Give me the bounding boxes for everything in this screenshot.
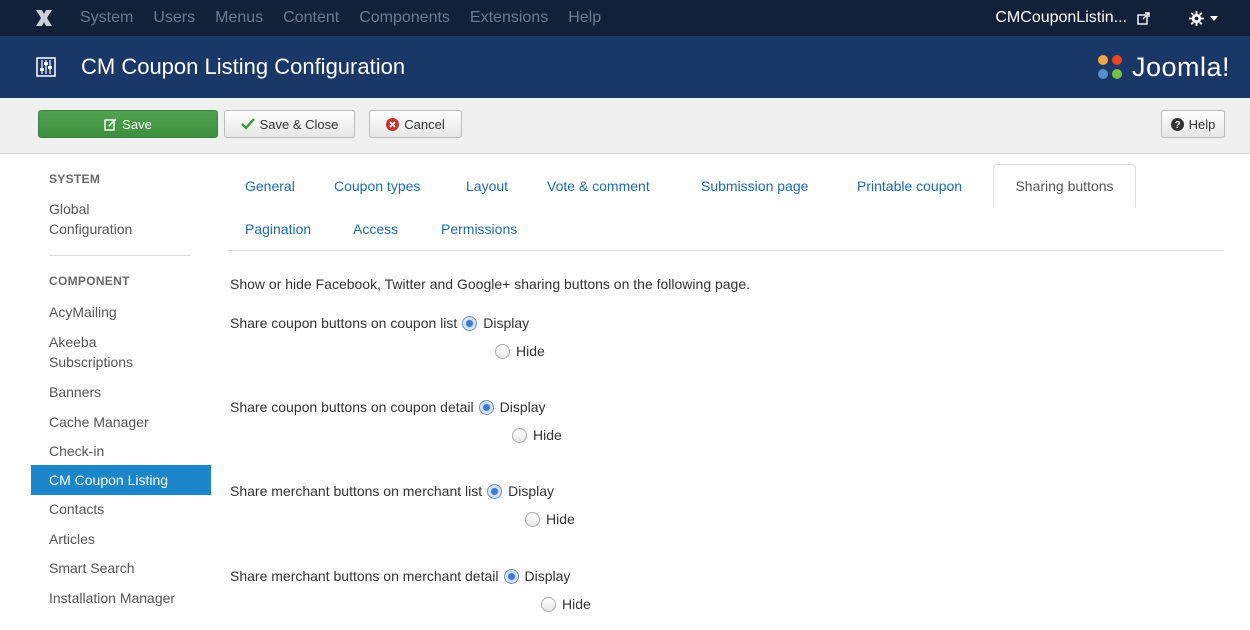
menu-system[interactable]: System xyxy=(80,9,133,27)
help-button[interactable]: ? Help xyxy=(1161,110,1225,138)
radio-display[interactable] xyxy=(487,483,503,499)
radio-hide[interactable] xyxy=(541,596,556,612)
joomla-x-icon[interactable] xyxy=(33,7,55,29)
option-label: Display xyxy=(524,568,571,584)
radio-hide[interactable] xyxy=(512,427,527,443)
sidebar-item-cm-coupon-listing[interactable]: CM Coupon Listing xyxy=(31,465,211,495)
cancel-button[interactable]: Cancel xyxy=(369,110,462,138)
tab-divider xyxy=(228,250,1224,251)
tab-printable-coupon[interactable]: Printable coupon xyxy=(857,178,962,194)
toolbar: Save Save & Close Cancel ? Help xyxy=(0,98,1250,154)
form-row-merchant-detail: Share merchant buttons on merchant detai… xyxy=(230,568,570,584)
user-settings-menu[interactable] xyxy=(1189,0,1218,36)
gear-icon xyxy=(1189,10,1204,26)
sidebar-item-global-configuration[interactable]: Global Configuration xyxy=(31,199,211,239)
admin-menu-bar: System Users Menus Content Components Ex… xyxy=(0,0,1250,36)
option-label: Display xyxy=(499,399,546,415)
menu-menus[interactable]: Menus xyxy=(215,9,263,27)
radio-hide[interactable] xyxy=(525,511,540,527)
joomla-logo-icon xyxy=(1097,55,1122,79)
tab-access[interactable]: Access xyxy=(353,221,398,237)
sidebar-item-banners[interactable]: Banners xyxy=(31,382,211,402)
menu-extensions[interactable]: Extensions xyxy=(470,9,548,27)
option-label: Hide xyxy=(516,343,545,359)
page-header: CM Coupon Listing Configuration Joomla! xyxy=(0,36,1250,98)
site-name: CMCouponListin... xyxy=(995,9,1127,26)
menu-help[interactable]: Help xyxy=(568,9,601,27)
option-hide-coupon-detail: Hide xyxy=(512,427,562,443)
sidebar-heading-component: COMPONENT xyxy=(49,274,130,288)
field-label: Share coupon buttons on coupon detail xyxy=(230,399,474,415)
sharing-description: Show or hide Facebook, Twitter and Googl… xyxy=(230,276,751,292)
radio-display[interactable] xyxy=(462,315,478,331)
tab-sharing-buttons[interactable]: Sharing buttons xyxy=(993,164,1136,208)
help-label: Help xyxy=(1188,116,1216,132)
field-label: Share merchant buttons on merchant detai… xyxy=(230,568,499,584)
tab-submission-page[interactable]: Submission page xyxy=(701,178,808,194)
save-label: Save xyxy=(122,116,152,132)
external-link-icon xyxy=(1137,11,1150,25)
menu-users[interactable]: Users xyxy=(153,9,195,27)
joomla-logo: Joomla! xyxy=(1094,50,1230,84)
radio-display[interactable] xyxy=(478,399,494,415)
form-row-merchant-list: Share merchant buttons on merchant list … xyxy=(230,483,554,499)
field-label: Share merchant buttons on merchant list xyxy=(230,483,483,499)
field-label: Share coupon buttons on coupon list xyxy=(230,315,458,331)
site-link[interactable]: CMCouponListin... xyxy=(995,0,1150,36)
menu-content[interactable]: Content xyxy=(283,9,339,27)
cancel-label: Cancel xyxy=(404,116,445,132)
save-close-label: Save & Close xyxy=(259,116,339,132)
sidebar-item-smart-search[interactable]: Smart Search xyxy=(31,558,211,578)
option-label: Display xyxy=(508,483,555,499)
save-button[interactable]: Save xyxy=(38,110,218,138)
chevron-down-icon xyxy=(1210,15,1218,21)
joomla-brand-text: Joomla! xyxy=(1131,51,1230,82)
sidebar-heading-system: SYSTEM xyxy=(49,172,101,186)
sidebar-item-installation-manager[interactable]: Installation Manager xyxy=(31,588,181,608)
option-hide-coupon-list: Hide xyxy=(495,343,545,359)
tab-layout[interactable]: Layout xyxy=(466,178,508,194)
form-row-coupon-list: Share coupon buttons on coupon list Disp… xyxy=(230,315,529,331)
option-label: Hide xyxy=(533,427,562,443)
menu-components[interactable]: Components xyxy=(359,9,450,27)
page-title: CM Coupon Listing Configuration xyxy=(81,54,406,79)
option-label: Hide xyxy=(562,596,591,612)
sidebar-item-acymailing[interactable]: AcyMailing xyxy=(31,302,211,322)
sliders-icon xyxy=(36,57,56,77)
save-close-button[interactable]: Save & Close xyxy=(224,110,355,138)
tab-pagination[interactable]: Pagination xyxy=(245,221,311,237)
sidebar-item-contacts[interactable]: Contacts xyxy=(31,499,211,519)
radio-display[interactable] xyxy=(503,568,519,584)
tab-coupon-types[interactable]: Coupon types xyxy=(334,178,420,194)
question-circle-icon: ? xyxy=(1170,117,1184,131)
cancel-circle-icon xyxy=(386,117,400,131)
option-hide-merchant-detail: Hide xyxy=(541,596,591,612)
sidebar-item-check-in[interactable]: Check-in xyxy=(31,441,211,461)
option-label: Hide xyxy=(546,511,575,527)
option-label: Display xyxy=(483,315,530,331)
tab-vote-comment[interactable]: Vote & comment xyxy=(547,178,650,194)
sidebar-item-articles[interactable]: Articles xyxy=(31,529,211,549)
radio-hide[interactable] xyxy=(495,343,510,359)
svg-text:?: ? xyxy=(1174,120,1180,131)
sidebar-item-cache-manager[interactable]: Cache Manager xyxy=(31,412,211,432)
checkmark-icon xyxy=(240,118,255,130)
tab-general[interactable]: General xyxy=(245,178,295,194)
form-row-coupon-detail: Share coupon buttons on coupon detail Di… xyxy=(230,399,546,415)
sidebar-divider xyxy=(49,255,191,256)
option-hide-merchant-list: Hide xyxy=(525,511,575,527)
edit-icon xyxy=(104,117,117,131)
main-menu: System Users Menus Content Components Ex… xyxy=(80,0,621,36)
sidebar-item-akeeba-subscriptions[interactable]: Akeeba Subscriptions xyxy=(31,332,181,372)
tab-permissions[interactable]: Permissions xyxy=(441,221,517,237)
